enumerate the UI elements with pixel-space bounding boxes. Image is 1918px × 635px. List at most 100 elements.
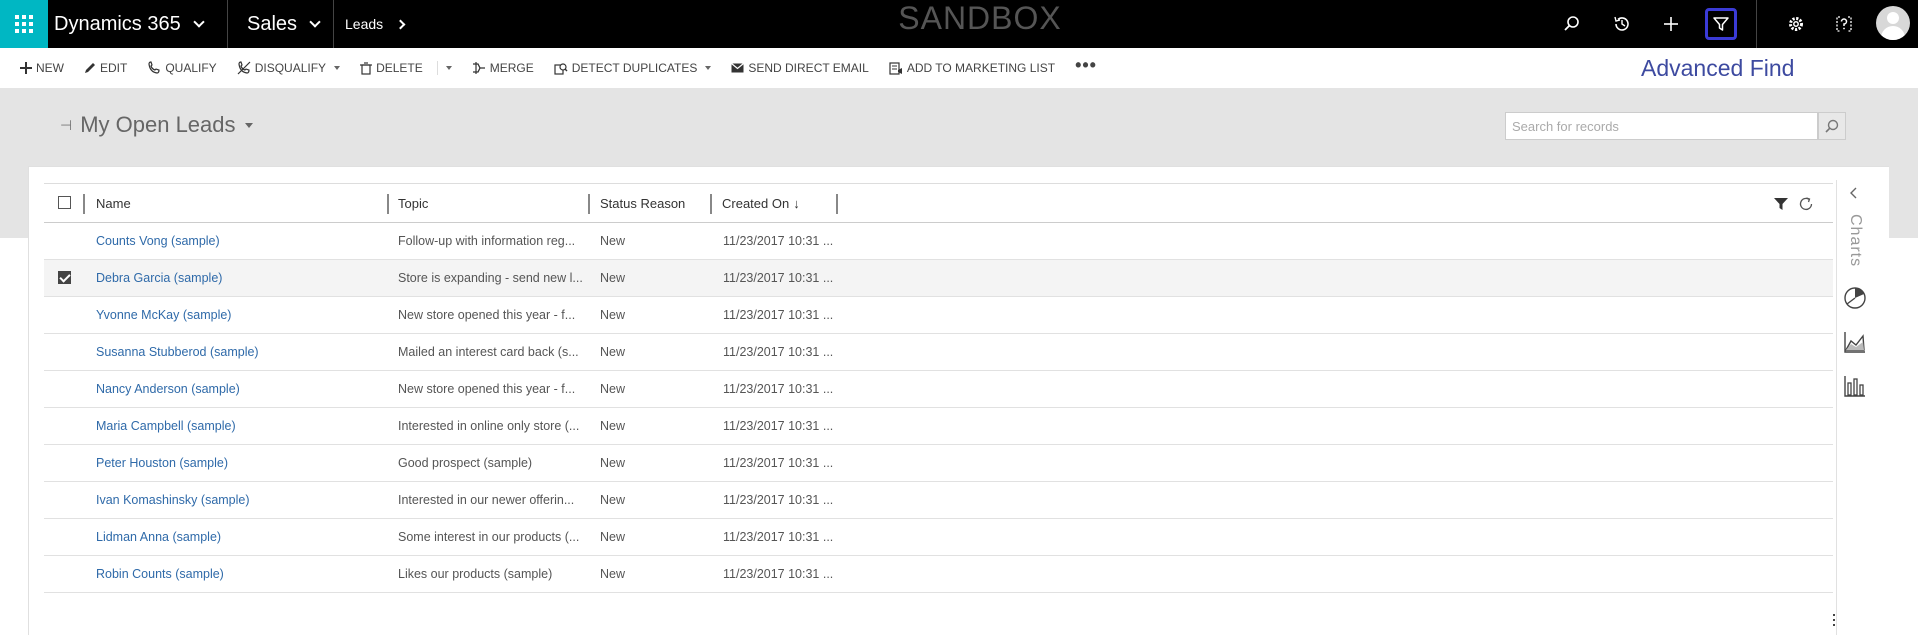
module-menu[interactable]: Sales (247, 0, 321, 48)
lead-name-link[interactable]: Counts Vong (sample) (96, 223, 381, 259)
lead-topic: New store opened this year - f... (398, 308, 576, 322)
column-header-name[interactable]: Name (96, 184, 131, 222)
pencil-icon (85, 63, 95, 73)
delete-button[interactable]: DELETE (360, 61, 452, 75)
lead-created-on: 11/23/2017 10:31 ... (723, 493, 833, 507)
refresh-icon (1799, 197, 1813, 210)
table-row[interactable]: Lidman Anna (sample) Some interest in our… (44, 519, 1833, 556)
disqualify-button[interactable]: DISQUALIFY (237, 61, 341, 75)
lead-name-link[interactable]: Debra Garcia (sample) (96, 260, 381, 296)
charts-label: Charts (1847, 214, 1864, 268)
table-row[interactable]: Robin Counts (sample) Likes our products … (44, 556, 1833, 593)
advanced-find-button[interactable] (1705, 8, 1737, 40)
table-row[interactable]: Susanna Stubberod (sample) Mailed an inte… (44, 334, 1833, 371)
column-separator[interactable] (387, 194, 389, 214)
lead-status-reason: New (600, 382, 626, 396)
add-to-marketing-list-label: ADD TO MARKETING LIST (906, 61, 1056, 75)
history-icon (1614, 16, 1629, 31)
lead-name-link[interactable]: Peter Houston (sample) (96, 445, 381, 481)
lead-status-reason: New (600, 567, 626, 581)
more-commands-button[interactable]: ••• (1075, 55, 1097, 76)
column-separator[interactable] (836, 194, 838, 214)
recent-records-button[interactable] (1606, 8, 1638, 40)
search-records-input[interactable] (1505, 112, 1818, 140)
collapse-charts-button[interactable] (1849, 186, 1859, 205)
view-selector[interactable]: ⊣ My Open Leads (60, 112, 253, 138)
delete-label: DELETE (376, 61, 423, 75)
column-separator[interactable] (710, 194, 712, 214)
select-all-checkbox[interactable] (58, 196, 71, 209)
help-button[interactable] (1828, 8, 1860, 40)
advanced-find-annotation: Advanced Find (1641, 55, 1795, 81)
lead-status-reason: New (600, 530, 626, 544)
refresh-button[interactable] (1798, 196, 1814, 217)
row-checkbox[interactable] (58, 456, 71, 469)
lead-topic: Good prospect (sample) (398, 456, 533, 470)
search-icon (1564, 16, 1579, 31)
bar-chart-icon[interactable] (1841, 372, 1869, 400)
row-checkbox[interactable] (58, 530, 71, 543)
lead-name-link[interactable]: Robin Counts (sample) (96, 556, 381, 592)
chevron-down-icon (193, 16, 205, 28)
table-row[interactable]: Yvonne McKay (sample) New store opened th… (44, 297, 1833, 334)
breadcrumb[interactable]: Leads (345, 0, 406, 48)
add-to-marketing-list-button[interactable]: ADD TO MARKETING LIST (889, 61, 1055, 75)
edit-button[interactable]: EDIT (84, 61, 127, 75)
app-title-menu[interactable]: Dynamics 365 (54, 0, 205, 48)
lead-name-link[interactable]: Susanna Stubberod (sample) (96, 334, 381, 370)
table-row[interactable]: Maria Campbell (sample) Interested in onl… (44, 408, 1833, 445)
lead-status-reason: New (600, 456, 626, 470)
lead-status-reason: New (600, 419, 626, 433)
column-header-topic[interactable]: Topic (398, 184, 428, 222)
table-row[interactable]: Counts Vong (sample) Follow-up with infor… (44, 223, 1833, 260)
lead-topic: Interested in online only store (... (398, 419, 580, 433)
area-chart-icon[interactable] (1841, 328, 1869, 356)
column-separator[interactable] (83, 194, 85, 214)
row-checkbox[interactable] (58, 234, 71, 247)
marketing-list-icon (889, 61, 902, 75)
filter-icon (1774, 198, 1788, 210)
row-checkbox[interactable] (58, 345, 71, 358)
column-header-created-on[interactable]: Created On ↓ (722, 184, 800, 222)
grid-filter-button[interactable] (1774, 197, 1788, 216)
sort-descending-icon: ↓ (793, 195, 800, 211)
column-header-status-reason[interactable]: Status Reason (600, 184, 685, 222)
lead-name-link[interactable]: Lidman Anna (sample) (96, 519, 381, 555)
pin-icon[interactable]: ⊣ (60, 117, 72, 134)
merge-label: MERGE (489, 61, 534, 75)
lead-name-link[interactable]: Maria Campbell (sample) (96, 408, 381, 444)
pie-chart-icon[interactable] (1841, 284, 1869, 312)
search-button[interactable] (1556, 8, 1588, 40)
settings-button[interactable] (1780, 8, 1812, 40)
column-separator[interactable] (588, 194, 590, 214)
table-row[interactable]: Peter Houston (sample) Good prospect (sam… (44, 445, 1833, 482)
user-avatar[interactable] (1876, 6, 1910, 40)
row-checkbox[interactable] (58, 493, 71, 506)
table-row[interactable]: Nancy Anderson (sample) New store opened … (44, 371, 1833, 408)
row-checkbox[interactable] (58, 308, 71, 321)
new-label: NEW (36, 61, 64, 75)
lead-created-on: 11/23/2017 10:31 ... (723, 530, 833, 544)
search-records-button[interactable] (1818, 112, 1846, 140)
table-row[interactable]: Ivan Komashinsky (sample) Interested in o… (44, 482, 1833, 519)
new-button[interactable]: NEW (20, 61, 64, 75)
create-new-button[interactable] (1655, 8, 1687, 40)
lead-name-link[interactable]: Ivan Komashinsky (sample) (96, 482, 381, 518)
detect-duplicates-button[interactable]: DETECT DUPLICATES (554, 61, 712, 75)
trash-icon (360, 61, 373, 75)
detect-duplicates-label: DETECT DUPLICATES (571, 61, 698, 75)
lead-name-link[interactable]: Nancy Anderson (sample) (96, 371, 381, 407)
caret-down-icon[interactable] (445, 66, 452, 70)
app-launcher-button[interactable] (0, 0, 48, 48)
merge-button[interactable]: MERGE (472, 61, 534, 75)
row-checkbox[interactable] (58, 419, 71, 432)
table-row[interactable]: Debra Garcia (sample) Store is expanding … (44, 260, 1833, 297)
row-checkbox[interactable] (58, 567, 71, 580)
plus-icon (20, 62, 32, 74)
qualify-button[interactable]: QUALIFY (147, 61, 217, 75)
lead-created-on: 11/23/2017 10:31 ... (723, 567, 833, 581)
lead-name-link[interactable]: Yvonne McKay (sample) (96, 297, 381, 333)
row-checkbox[interactable] (58, 382, 71, 395)
send-direct-email-button[interactable]: SEND DIRECT EMAIL (731, 61, 869, 75)
row-checkbox[interactable] (58, 271, 71, 284)
